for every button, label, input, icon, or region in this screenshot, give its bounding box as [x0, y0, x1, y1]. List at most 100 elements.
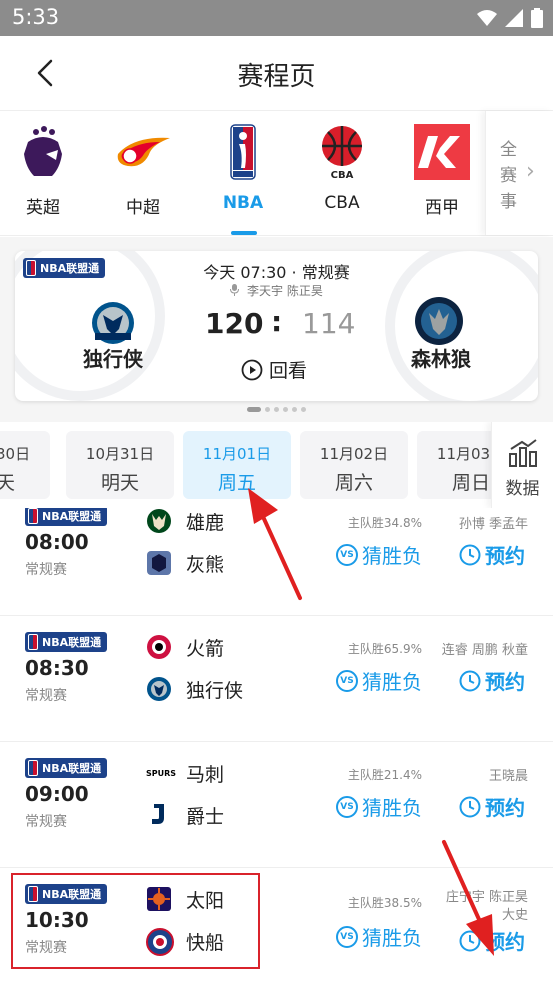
score-separator: : [271, 305, 283, 338]
match-time: 08:00 [25, 530, 89, 554]
away-team-name: 爵士 [186, 806, 225, 828]
match-row[interactable]: NBA联盟通 08:30 常规赛 火箭 独行侠 主队胜65.9% 连睿 周鹏 秋… [0, 616, 553, 742]
rockets-logo-icon [146, 634, 172, 660]
featured-match-section: NBA联盟通 今天 07:30 · 常规赛 李天宇 陈正昊 独行侠 120 : … [0, 237, 553, 422]
reserve-label: 预约 [485, 544, 525, 568]
date-label: 10月30日 [0, 445, 31, 463]
spurs-logo-icon: SPURS [146, 760, 176, 786]
date-tab[interactable]: 10月31日 明天 [66, 431, 174, 499]
day-label: 今天 [0, 472, 15, 494]
replay-button[interactable]: 回看 [241, 356, 307, 383]
guess-winner-button[interactable]: VS 猜胜负 [336, 540, 422, 569]
away-team-name: 灰熊 [186, 554, 225, 576]
all-events-label: 全赛事 [500, 140, 517, 212]
guess-label: 猜胜负 [362, 544, 422, 568]
league-tab-nba[interactable]: NBA [203, 119, 283, 229]
timberwolves-logo-icon [413, 295, 465, 347]
csl-flame-icon [114, 123, 172, 181]
wifi-icon [477, 10, 497, 26]
league-label: 英超 [26, 198, 60, 218]
pager-dot [265, 407, 270, 412]
vs-icon: VS [336, 925, 358, 948]
play-circle-icon [241, 359, 263, 380]
nba-league-pass-badge: NBA联盟通 [25, 508, 108, 526]
microphone-icon [230, 284, 240, 296]
badge-text: NBA联盟通 [42, 762, 102, 775]
clock-icon [459, 796, 481, 817]
league-tab-laliga[interactable]: 西甲 [402, 119, 482, 229]
home-team-name: 火箭 [186, 638, 225, 660]
home-score: 120 [205, 307, 264, 340]
cba-ball-icon: CBA [313, 123, 371, 181]
pager-dot-active [247, 407, 261, 412]
home-win-probability: 主队胜65.9% [347, 642, 422, 656]
clock-icon [459, 670, 481, 691]
pager-dot [274, 407, 279, 412]
reserve-label: 预约 [485, 796, 525, 820]
clock-icon [459, 544, 481, 565]
commentators: 连睿 周鹏 秋童 [441, 643, 528, 658]
reserve-button[interactable]: 预约 [459, 792, 525, 821]
active-tab-indicator [231, 231, 257, 235]
nba-mini-icon [28, 634, 38, 650]
featured-match-card[interactable]: NBA联盟通 今天 07:30 · 常规赛 李天宇 陈正昊 独行侠 120 : … [15, 251, 538, 401]
date-tab[interactable]: 11月02日 周六 [300, 431, 408, 499]
all-events-button[interactable]: 全赛事 › [485, 111, 553, 235]
page-title: 赛程页 [237, 62, 316, 92]
home-win-probability: 主队胜38.5% [347, 896, 422, 910]
data-button[interactable]: 数据 [491, 422, 553, 508]
home-win-probability: 主队胜21.4% [347, 768, 422, 782]
svg-text:CBA: CBA [331, 170, 354, 180]
mavericks-logo-icon [146, 676, 172, 702]
guess-winner-button[interactable]: VS 猜胜负 [336, 666, 422, 695]
laliga-icon [413, 123, 471, 181]
data-label: 数据 [505, 479, 540, 499]
status-bar: 5:33 [0, 0, 553, 36]
battery-icon [531, 8, 543, 28]
match-time: 08:30 [25, 656, 89, 680]
away-score: 114 [302, 307, 356, 340]
match-type: 常规赛 [25, 814, 67, 830]
date-label: 11月01日 [202, 445, 272, 463]
pager-dot [283, 407, 288, 412]
badge-text: NBA联盟通 [42, 510, 102, 523]
guess-winner-button[interactable]: VS 猜胜负 [336, 792, 422, 821]
away-team-name: 森林狼 [411, 347, 471, 371]
grizzlies-logo-icon [146, 550, 172, 576]
league-tab-cba[interactable]: CBA CBA [302, 119, 382, 229]
nav-bar: 赛程页 [0, 36, 553, 110]
home-team-name: 雄鹿 [186, 512, 225, 534]
guess-label: 猜胜负 [362, 670, 422, 694]
reserve-button[interactable]: 预约 [459, 666, 525, 695]
day-label: 周六 [334, 472, 373, 494]
commentators: 王晓晨 [488, 769, 528, 784]
date-label: 10月31日 [85, 445, 155, 463]
match-type: 常规赛 [25, 688, 67, 704]
date-tab[interactable]: 10月30日 今天 [0, 431, 50, 499]
league-tab-premier-league[interactable]: 英超 [3, 119, 83, 229]
reserve-button[interactable]: 预约 [459, 540, 525, 569]
day-label: 明天 [100, 472, 139, 494]
guess-label: 猜胜负 [362, 926, 422, 950]
status-time: 5:33 [12, 5, 60, 29]
nba-league-pass-badge: NBA联盟通 [25, 758, 108, 778]
home-team-name: 马刺 [186, 764, 225, 786]
badge-text: NBA联盟通 [42, 636, 102, 649]
commentators: 孙博 季孟年 [458, 517, 528, 532]
status-icons [477, 8, 543, 28]
league-tab-csl[interactable]: 中超 [103, 119, 183, 229]
guess-winner-button[interactable]: VS 猜胜负 [336, 922, 422, 951]
nba-logo-icon [214, 123, 272, 181]
bucks-logo-icon [146, 508, 172, 534]
league-label: NBA [222, 193, 264, 213]
league-label: CBA [324, 193, 360, 213]
replay-label: 回看 [269, 360, 308, 382]
svg-text:SPURS: SPURS [146, 769, 176, 778]
match-time: 09:00 [25, 782, 89, 806]
reserve-label: 预约 [485, 670, 525, 694]
match-type: 常规赛 [25, 562, 67, 578]
bar-chart-icon [509, 439, 537, 467]
date-label: 11月02日 [319, 445, 389, 463]
chevron-right-icon: › [526, 159, 535, 184]
nba-mini-icon [28, 760, 38, 776]
